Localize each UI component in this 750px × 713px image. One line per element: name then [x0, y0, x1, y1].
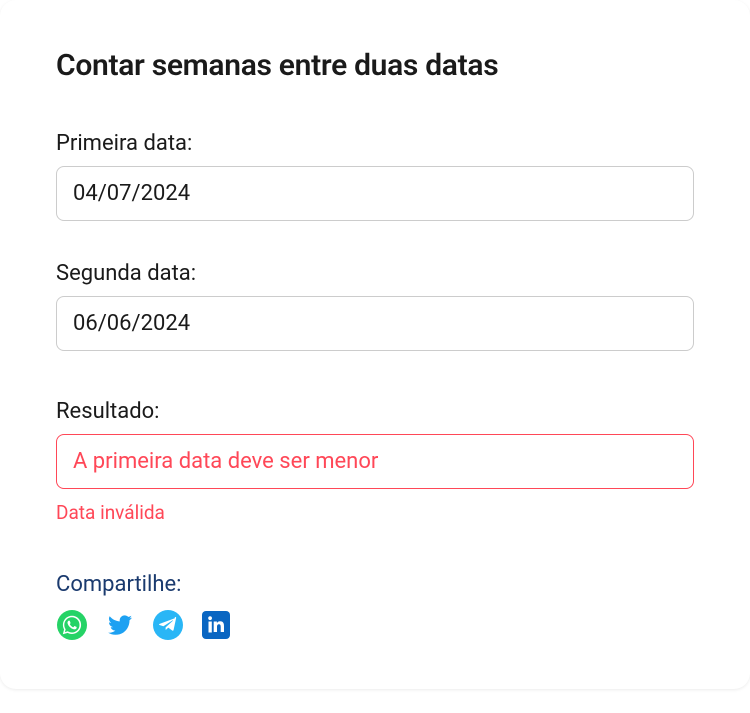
first-date-field: Primeira data:	[56, 131, 694, 221]
first-date-input[interactable]	[56, 166, 694, 221]
share-icons-row	[56, 609, 694, 641]
telegram-icon[interactable]	[152, 609, 184, 641]
result-box: A primeira data deve ser menor	[56, 434, 694, 489]
linkedin-icon[interactable]	[200, 609, 232, 641]
first-date-label: Primeira data:	[56, 131, 694, 156]
error-message: Data inválida	[56, 501, 694, 524]
share-label: Compartilhe:	[56, 572, 694, 597]
whatsapp-icon[interactable]	[56, 609, 88, 641]
second-date-input[interactable]	[56, 296, 694, 351]
calculator-card: Contar semanas entre duas datas Primeira…	[0, 0, 750, 689]
result-label: Resultado:	[56, 399, 694, 424]
share-section: Compartilhe:	[56, 572, 694, 641]
second-date-label: Segunda data:	[56, 261, 694, 286]
second-date-field: Segunda data:	[56, 261, 694, 351]
page-title: Contar semanas entre duas datas	[56, 48, 694, 83]
twitter-icon[interactable]	[104, 609, 136, 641]
result-section: Resultado: A primeira data deve ser meno…	[56, 399, 694, 524]
